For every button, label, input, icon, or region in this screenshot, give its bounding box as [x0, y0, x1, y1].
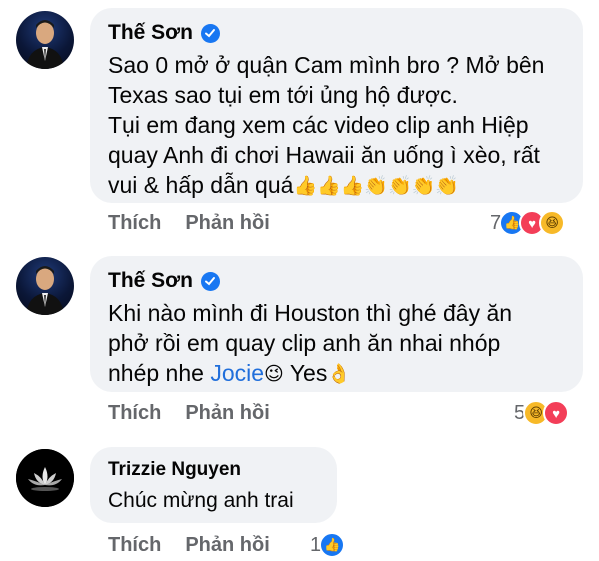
comment-line-text: nhép nhe [108, 360, 211, 386]
ok-hand-emoji-icon: 👌 [327, 364, 352, 386]
person-icon [26, 20, 64, 69]
verified-badge-icon [200, 23, 220, 43]
reply-button[interactable]: Phản hồi [185, 534, 269, 557]
verified-badge-icon [200, 271, 220, 291]
comment-line-text: vui & hấp dẫn quá [108, 172, 294, 198]
comment-bubble: Trizzie Nguyen Chúc mừng anh trai [90, 447, 337, 523]
author-name[interactable]: Thế Sơn [108, 20, 565, 46]
mention-link[interactable]: Jocie [210, 360, 264, 386]
comment-text: Khi nào mình đi Houston thì ghé đây ăn p… [108, 298, 565, 388]
haha-icon: 😆 [539, 210, 566, 236]
author-name[interactable]: Trizzie Nguyen [108, 457, 319, 483]
comment-bubble: Thế Sơn Khi nào mình đi Houston thì ghé … [90, 256, 583, 392]
like-icon: 👍 [319, 532, 346, 558]
avatar[interactable] [16, 449, 74, 507]
avatar[interactable] [16, 11, 74, 69]
comment-line: Texas sao tụi em tới ủng hộ được. [108, 82, 458, 108]
comment-actions: Thích Phản hồi [108, 212, 270, 235]
reply-button[interactable]: Phản hồi [185, 402, 269, 425]
reaction-summary[interactable]: 1 👍 [310, 532, 346, 558]
reply-button[interactable]: Phản hồi [185, 212, 269, 235]
person-icon [26, 266, 64, 315]
comment-line: Tụi em đang xem các video clip anh Hiệp [108, 112, 529, 138]
wink-emoji-icon: 😉 [264, 364, 284, 386]
comment-actions: Thích Phản hồi [108, 402, 270, 425]
comment-line-text: Yes [283, 360, 328, 386]
like-button[interactable]: Thích [108, 534, 161, 557]
avatar[interactable] [16, 257, 74, 315]
comment-actions: Thích Phản hồi [108, 534, 270, 557]
comment-line: quay Anh đi chơi Hawaii ăn uống ì xèo, r… [108, 142, 540, 168]
comment-line: Khi nào mình đi Houston thì ghé đây ăn [108, 300, 513, 326]
reaction-summary[interactable]: 7 👍 ♥ 😆 [490, 210, 566, 236]
comment-line: Sao 0 mở ở quận Cam mình bro ? Mở bên [108, 52, 545, 78]
author-name[interactable]: Thế Sơn [108, 268, 565, 294]
comment-text: Sao 0 mở ở quận Cam mình bro ? Mở bên Te… [108, 50, 565, 200]
like-button[interactable]: Thích [108, 212, 161, 235]
like-button[interactable]: Thích [108, 402, 161, 425]
comment-line: phở rồi em quay clip anh ăn nhai nhóp [108, 330, 501, 356]
comment-line: vui & hấp dẫn quá👍👍👍👏👏👏👏 [108, 170, 565, 200]
lotus-icon [16, 449, 74, 507]
comment-bubble: Thế Sơn Sao 0 mở ở quận Cam mình bro ? M… [90, 8, 583, 203]
love-icon: ♥ [543, 400, 570, 426]
comment-text: Chúc mừng anh trai [108, 489, 294, 512]
comment-line: nhép nhe Jocie😉 Yes👌 [108, 358, 565, 388]
thumbs-up-clap-emoji-icon: 👍👍👍👏👏👏👏 [293, 176, 460, 198]
reaction-summary[interactable]: 5 😆 ♥ [514, 400, 570, 426]
